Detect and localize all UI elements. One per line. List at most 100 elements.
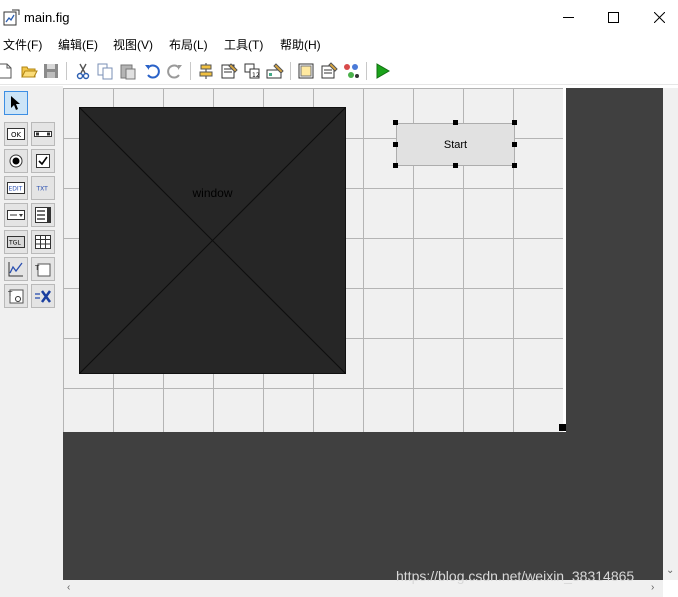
panel-tool[interactable]: T (31, 257, 55, 281)
toolbar-editor-button[interactable] (266, 62, 284, 80)
editor-button[interactable] (297, 62, 315, 80)
static-text-tool[interactable]: TXT (31, 176, 55, 200)
property-inspector-icon (321, 62, 338, 79)
svg-text:T: T (8, 290, 13, 298)
activex-control-tool[interactable] (31, 284, 55, 308)
undo-button[interactable] (143, 62, 161, 80)
menu-view[interactable]: 视图(V) (113, 38, 153, 53)
paste-icon (120, 64, 136, 80)
redo-icon (167, 64, 182, 79)
check-box-tool[interactable] (31, 149, 55, 173)
selection-handle[interactable] (512, 142, 517, 147)
slider-icon (34, 131, 52, 137)
object-browser-icon (344, 64, 359, 78)
edit-text-icon: EDIT (7, 182, 25, 194)
maximize-icon (607, 11, 619, 23)
svg-text:EDIT: EDIT (9, 186, 23, 193)
figure-file-icon (3, 9, 20, 26)
button-group-tool[interactable]: T (4, 284, 28, 308)
toolbar-separator (66, 62, 67, 80)
svg-text:TXT: TXT (36, 186, 49, 193)
menu-edit[interactable]: 编辑(E) (58, 38, 98, 53)
scroll-right-icon[interactable]: › (651, 583, 654, 593)
align-objects-icon (199, 63, 213, 79)
selection-handle[interactable] (512, 163, 517, 168)
vertical-scrollbar[interactable]: ⌄ (663, 88, 678, 580)
scroll-down-icon[interactable]: ⌄ (666, 566, 674, 576)
close-icon (653, 11, 665, 23)
push-button-icon: OK (7, 128, 25, 140)
selection-handle[interactable] (393, 120, 398, 125)
radio-button-icon (9, 154, 23, 168)
run-icon (376, 63, 390, 79)
component-palette: OK EDIT TXT TGL T T (0, 86, 63, 597)
minimize-icon (562, 16, 574, 18)
select-tool[interactable] (4, 91, 28, 115)
scissors-icon (76, 63, 90, 80)
scroll-left-icon[interactable]: ‹ (67, 583, 70, 593)
toolbar-separator (190, 62, 191, 80)
axes-tool[interactable] (4, 257, 28, 281)
slider-tool[interactable] (31, 122, 55, 146)
window-title: main.fig (24, 10, 70, 25)
panel-icon: T (35, 263, 51, 277)
save-icon (44, 64, 58, 78)
redo-button[interactable] (166, 62, 184, 80)
svg-text:T: T (35, 264, 40, 272)
edit-text-tool[interactable]: EDIT (4, 176, 28, 200)
toggle-button-icon: TGL (7, 236, 25, 248)
minimize-button[interactable] (545, 0, 591, 34)
selection-handle[interactable] (453, 120, 458, 125)
close-button[interactable] (636, 0, 678, 34)
table-tool[interactable] (31, 230, 55, 254)
menu-bar: 文件(F) 编辑(E) 视图(V) 布局(L) 工具(T) 帮助(H) (0, 34, 678, 56)
selection-handle[interactable] (393, 142, 398, 147)
arrow-pointer-icon (11, 96, 20, 110)
axes-icon (8, 262, 23, 277)
selection-handle[interactable] (512, 120, 517, 125)
toolbar: 12 (0, 57, 678, 85)
run-button[interactable] (373, 62, 391, 80)
align-objects-button[interactable] (197, 62, 215, 80)
svg-text:OK: OK (11, 131, 22, 139)
watermark-text: https://blog.csdn.net/weixin_38314865 (396, 568, 635, 584)
list-box-tool[interactable] (31, 203, 55, 227)
menu-layout[interactable]: 布局(L) (169, 38, 208, 53)
static-text-icon: TXT (36, 186, 49, 193)
menu-file[interactable]: 文件(F) (3, 38, 42, 53)
axes-component[interactable]: window (79, 107, 346, 374)
cut-button[interactable] (74, 62, 92, 80)
selection-handle[interactable] (393, 163, 398, 168)
radio-button-tool[interactable] (4, 149, 28, 173)
design-canvas[interactable]: window Start (63, 88, 663, 580)
open-button[interactable] (20, 62, 38, 80)
save-button[interactable] (42, 62, 60, 80)
title-bar: main.fig (0, 0, 678, 34)
figure-resize-handle[interactable] (559, 424, 566, 431)
property-inspector-button[interactable] (320, 62, 338, 80)
start-button[interactable]: Start (396, 123, 515, 166)
menu-tools[interactable]: 工具(T) (224, 38, 263, 53)
copy-button[interactable] (96, 62, 114, 80)
check-box-icon (36, 154, 50, 168)
maximize-button[interactable] (590, 0, 636, 34)
popup-menu-tool[interactable] (4, 203, 28, 227)
axes-placeholder-cross (79, 107, 346, 374)
toggle-button-tool[interactable]: TGL (4, 230, 28, 254)
object-browser-button[interactable] (342, 62, 360, 80)
toolbar-separator (366, 62, 367, 80)
table-icon (35, 235, 51, 249)
paste-button[interactable] (119, 62, 137, 80)
list-box-icon (35, 207, 51, 223)
menu-help[interactable]: 帮助(H) (280, 38, 321, 53)
new-file-button[interactable] (0, 62, 14, 80)
push-button-tool[interactable]: OK (4, 122, 28, 146)
open-folder-icon (21, 66, 38, 78)
tab-order-editor-button[interactable]: 12 (243, 62, 261, 80)
axes-tag-label: window (192, 186, 233, 200)
tab-order-icon: 12 (244, 63, 260, 79)
grid-edge (563, 88, 566, 432)
button-group-icon: T (8, 289, 24, 304)
menu-editor-button[interactable] (220, 62, 238, 80)
selection-handle[interactable] (453, 163, 458, 168)
